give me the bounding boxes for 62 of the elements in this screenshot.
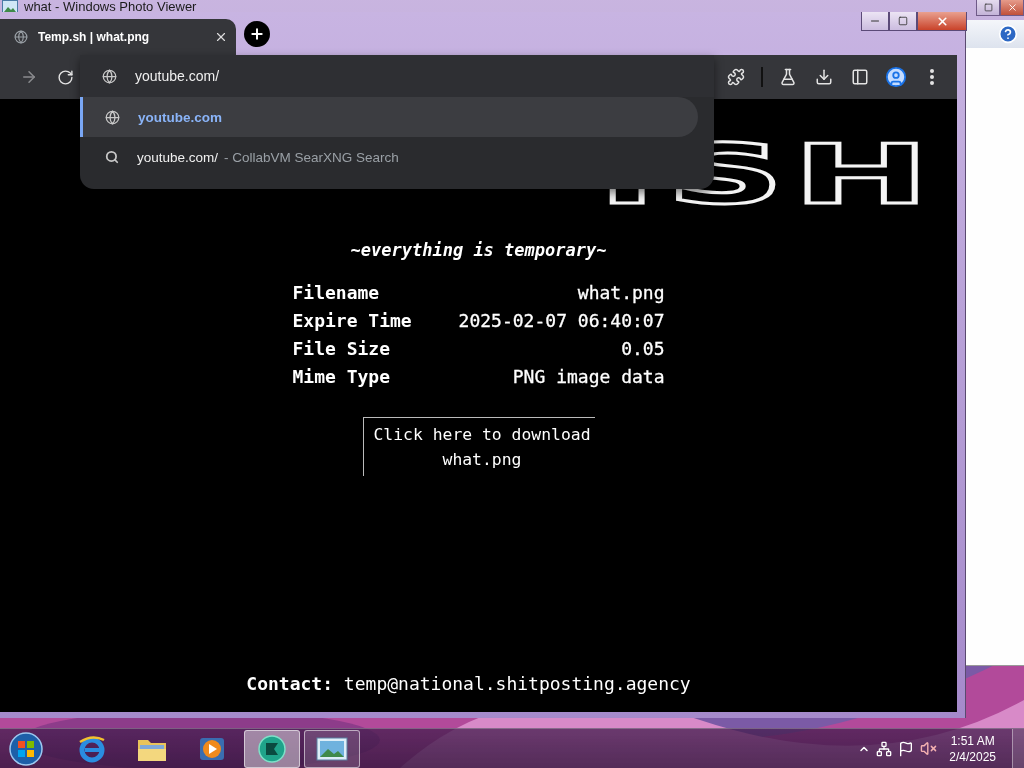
info-label: Filename [292, 282, 381, 303]
taskbar-button[interactable] [244, 729, 300, 768]
taskbar-button[interactable] [304, 729, 360, 768]
info-value: what.png [576, 282, 665, 303]
window-title: what - Windows Photo Viewer [24, 0, 197, 16]
tab-title: Temp.sh | what.png [38, 30, 151, 44]
flask-icon [779, 68, 797, 86]
contact-line: Contact: temp@national.shitposting.agency [245, 673, 692, 694]
download-icon [815, 68, 833, 86]
address-field[interactable]: youtube.com/ [80, 55, 714, 97]
info-value: 2025-02-07 06:40:07 [457, 310, 665, 331]
muted-speaker-icon[interactable] [920, 740, 938, 757]
globe-icon [14, 30, 28, 44]
suggestion-text: youtube.com/ [137, 149, 219, 165]
suggestion-item[interactable]: youtube.com/ - CollabVM SearXNG Search [80, 137, 698, 177]
close-icon[interactable] [214, 30, 228, 44]
more-icon [930, 69, 934, 85]
show-desktop-button[interactable] [1012, 728, 1024, 768]
maximize-button[interactable] [889, 12, 917, 31]
puzzle-icon [727, 68, 745, 86]
side-panel-icon [851, 68, 869, 86]
search-icon [105, 150, 119, 164]
clock-time[interactable]: 1:51 AM [950, 732, 995, 749]
tagline: ~everything is temporary~ [350, 240, 607, 260]
info-value: PNG image data [511, 366, 665, 387]
maximize-button[interactable] [976, 0, 1000, 16]
clock-date[interactable]: 2/4/2025 [949, 748, 996, 765]
forward-icon [20, 68, 38, 86]
close-button[interactable] [1000, 0, 1024, 16]
plus-icon [249, 26, 265, 42]
close-icon [935, 14, 949, 28]
flag-drawing-icon [898, 740, 915, 757]
info-label: File Size [292, 338, 392, 359]
suggestion-text: youtube.com [138, 109, 222, 125]
suggestion-description: - CollabVM SearXNG Search [224, 149, 399, 165]
network-icon[interactable] [876, 740, 893, 757]
maximize-icon [983, 2, 993, 12]
avatar-icon [885, 66, 907, 88]
start-button[interactable] [6, 729, 46, 768]
start-orb-icon [9, 731, 43, 766]
minimize-button[interactable] [861, 12, 889, 31]
suggestion-item[interactable]: youtube.com [80, 97, 698, 137]
help-icon[interactable] [998, 24, 1018, 44]
chat-bubble-icon [256, 733, 288, 764]
photo-icon [316, 735, 348, 762]
info-label: Expire Time [292, 310, 413, 331]
new-tab-button[interactable] [244, 21, 270, 47]
globe-icon [102, 68, 117, 84]
speaker-muted-icon [920, 740, 938, 757]
maximize-icon [898, 16, 908, 26]
globe-icon [105, 109, 120, 125]
browser-tab[interactable]: Temp.sh | what.png [0, 19, 236, 55]
reload-icon [56, 68, 74, 86]
info-value: 0.05 [620, 338, 665, 359]
flag-icon[interactable] [898, 740, 915, 757]
browser-icon [77, 733, 107, 764]
close-button[interactable] [917, 12, 967, 31]
close-icon [1006, 1, 1018, 13]
network-drawing-icon [876, 740, 893, 757]
info-label: Mime Type [292, 366, 392, 387]
address-text[interactable]: youtube.com/ [135, 68, 535, 84]
download-link[interactable]: Click here to download what.png [362, 417, 595, 476]
